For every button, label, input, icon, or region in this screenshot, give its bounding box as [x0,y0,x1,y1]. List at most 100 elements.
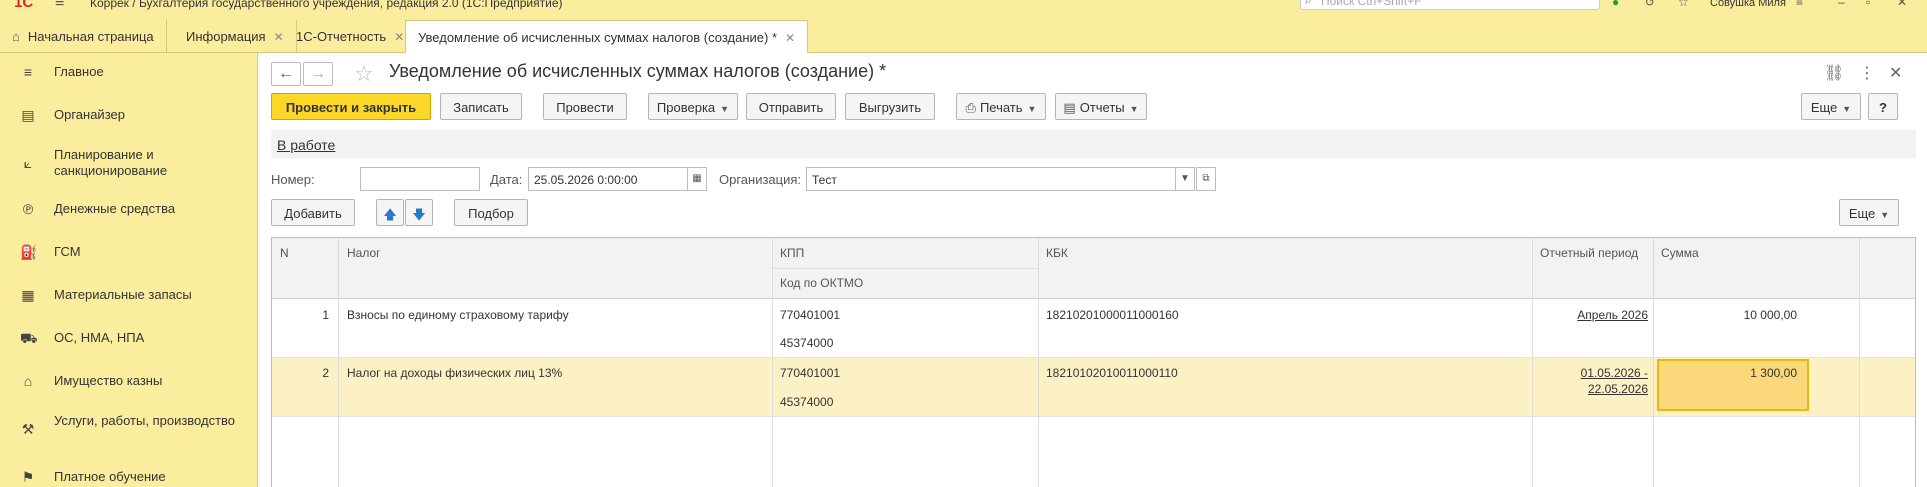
organization-label: Организация: [719,172,802,187]
post-button[interactable]: Провести [543,93,627,120]
tab-1c-reporting[interactable]: 1С-Отчетность ✕ [284,20,418,53]
tools-icon: ⚒ [21,421,35,437]
pick-button[interactable]: Подбор [454,199,528,226]
caret-down-icon: ▼ [1180,173,1190,184]
favorites-icon[interactable]: ☆ [1678,0,1689,9]
user-name[interactable]: Совушка Миля [1710,0,1786,9]
caret-down-icon: ▼ [1880,210,1890,220]
table-row-selected[interactable]: 2 Налог на доходы физических лиц 13% 770… [272,358,1915,416]
col-period-header[interactable]: Отчетный период [1540,246,1638,260]
col-oktmo-header[interactable]: Код по ОКТМО [780,276,863,290]
tab-home[interactable]: ⌂ Начальная страница [0,20,167,53]
favorite-star-icon[interactable]: ☆ [354,61,374,87]
sidebar-item-money[interactable]: ℗ Денежные средства [0,200,258,220]
arrow-right-icon: → [310,65,326,82]
col-sum-header[interactable]: Сумма [1661,246,1699,260]
close-form-icon[interactable]: ✕ [1889,63,1902,83]
period-link-start[interactable]: 01.05.2026 - [1548,366,1648,380]
date-field[interactable]: 25.05.2026 0:00:00 [528,167,688,191]
col-n-header[interactable]: N [280,246,289,260]
kpp-cell: 770401001 [780,366,841,380]
col-divider [1532,238,1533,487]
sidebar-item-planning[interactable]: ⟀ Планирование и санкционирование [0,147,258,183]
export-button[interactable]: Выгрузить [845,93,935,120]
tab-notification-active[interactable]: Уведомление об исчисленных суммах налого… [405,20,809,53]
global-search-input[interactable]: ⌕ Поиск Ctrl+Shift+F [1300,0,1600,10]
add-row-button[interactable]: Добавить [271,199,355,226]
period-link-end[interactable]: 22.05.2026 [1548,382,1648,396]
arrow-down-icon: 🡇 [412,207,426,222]
sidebar-item-main[interactable]: ≡ Главное [0,63,258,83]
fuel-icon: ⛽ [20,244,38,260]
notifications-icon[interactable]: ● [1612,0,1619,9]
sidebar-item-label: Материальные запасы [54,287,192,302]
sidebar-item-organizer[interactable]: ▤ Органайзер [0,106,258,126]
save-button[interactable]: Записать [440,93,522,120]
sidebar-item-materials[interactable]: ▦ Материальные запасы [0,286,258,306]
history-icon[interactable]: ↺ [1645,0,1655,9]
forward-button[interactable]: → [303,62,333,86]
sidebar-item-education[interactable]: ⚑ Платное обучение [0,468,258,487]
close-tab-icon[interactable]: ✕ [394,30,404,44]
more-button[interactable]: Еще ▼ [1801,93,1861,120]
close-window-icon[interactable]: ✕ [1897,0,1907,9]
open-icon: ⧉ [1202,173,1210,184]
tax-cell: Налог на доходы физических лиц 13% [347,366,563,380]
sidebar-item-services[interactable]: ⚒ Услуги, работы, производство [0,413,258,449]
col-kpp-header[interactable]: КПП [780,246,804,260]
oktmo-cell: 45374000 [780,336,834,350]
col-divider [338,238,339,487]
maximize-icon[interactable]: ▫ [1866,0,1870,9]
sidebar-item-label: Имущество казны [54,373,163,388]
col-divider [1038,238,1039,487]
reports-dropdown-button[interactable]: ▤ Отчеты ▼ [1055,93,1147,120]
check-dropdown-button[interactable]: Проверка ▼ [648,93,738,120]
close-tab-icon[interactable]: ✕ [785,31,795,45]
help-button[interactable]: ? [1868,93,1898,120]
print-dropdown-button[interactable]: ⎙ Печать ▼ [956,93,1046,120]
organization-field[interactable]: Тест [806,167,1176,191]
minimize-icon[interactable]: – [1838,0,1845,9]
number-field[interactable] [360,167,480,191]
organization-open-button[interactable]: ⧉ [1196,167,1216,191]
grid-icon: ▦ [21,287,35,303]
col-divider [1653,238,1654,487]
tabs-bar: ⌂ Начальная страница Информация ✕ 1С-Отчет… [0,12,1927,53]
period-link[interactable]: Апрель 2026 [1548,308,1648,322]
status-link[interactable]: В работе [277,137,335,153]
tab-label: Начальная страница [27,29,154,44]
window-title: Коррек / Бухгалтерия государственного уч… [90,0,563,10]
close-tab-icon[interactable]: ✕ [274,30,284,44]
col-kbk-header[interactable]: КБК [1046,246,1068,260]
sidebar-item-label: Органайзер [54,107,125,122]
move-up-button[interactable]: 🡅 [376,199,404,226]
sidebar-item-fuel[interactable]: ⛽ ГСМ [0,243,258,263]
status-strip: В работе [271,130,1916,158]
tab-label: Информация [186,29,266,44]
sidebar: ≡ Главное ▤ Органайзер ⟀ Планирование и … [0,53,258,487]
settings-menu-icon[interactable]: ≡ [1796,0,1803,9]
tab-information[interactable]: Информация ✕ [174,20,297,53]
table-more-button[interactable]: Еще ▼ [1839,199,1899,226]
tab-label: Уведомление об исчисленных суммах налого… [418,30,778,45]
organization-dropdown-button[interactable]: ▼ [1175,167,1195,191]
calendar-button[interactable]: ▦ [687,167,707,191]
sidebar-item-fixed-assets[interactable]: ⛟ ОС, НМА, НПА [0,329,258,349]
sidebar-item-label: ГСМ [54,244,81,259]
link-icon[interactable]: ⛓ [1824,63,1844,83]
sidebar-item-label: Главное [54,64,104,79]
more-vert-icon[interactable]: ⋮ [1859,63,1875,83]
more-label: Еще [1848,206,1876,221]
search-icon: ⌕ [1305,0,1312,7]
sidebar-item-treasury[interactable]: ⌂ Имущество казны [0,372,258,392]
send-button[interactable]: Отправить [746,93,836,120]
post-and-close-button[interactable]: Провести и закрыть [271,93,431,120]
col-tax-header[interactable]: Налог [347,246,381,260]
back-button[interactable]: ← [271,62,301,86]
printer-icon: ⎙ [965,100,976,115]
kbk-cell: 18210201000011000160 [1046,308,1179,322]
tab-label: 1С-Отчетность [296,29,387,44]
main-menu-icon[interactable]: ≡ [55,0,64,12]
table-row[interactable]: 1 Взносы по единому страховому тарифу 77… [272,299,1915,357]
move-down-button[interactable]: 🡇 [405,199,433,226]
